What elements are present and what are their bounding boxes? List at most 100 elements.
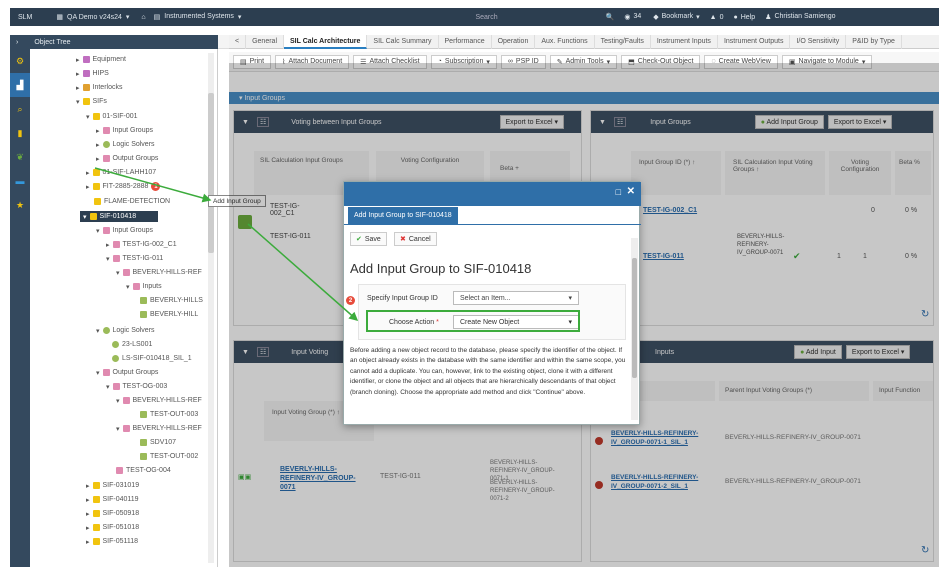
tree-item[interactable]: BEVERLY-HILL: [140, 309, 198, 320]
caret-right-icon: ▸: [86, 482, 90, 490]
tree-item[interactable]: ▸ Output Groups: [96, 153, 158, 164]
input-group-id-select[interactable]: Select an Item... ▾: [453, 291, 579, 305]
search-icon[interactable]: ⌕: [10, 97, 30, 121]
logic-solver-icon: [102, 327, 110, 334]
tab-sil-calc-architecture[interactable]: SIL Calc Architecture: [284, 34, 368, 49]
caret-right-icon: ▸: [96, 141, 100, 149]
chevron-right-icon[interactable]: ›: [16, 39, 18, 46]
cancel-button[interactable]: ✖ Cancel: [394, 232, 437, 246]
tab-back[interactable]: <: [229, 34, 247, 49]
logic-solver-icon: [102, 141, 110, 148]
search-icon[interactable]: 🔍: [606, 13, 615, 21]
tree-item[interactable]: ▾ BEVERLY-HILLS-REF: [116, 267, 202, 278]
input-group-icon: [112, 255, 120, 262]
tree-item[interactable]: ▸ TEST-IG-002_C1: [106, 239, 177, 250]
tree-item-selected[interactable]: ▾ SIF-010418: [80, 211, 158, 222]
caret-down-icon: ▾: [116, 397, 120, 405]
tree-item[interactable]: ▸ SIF-051018: [86, 522, 139, 533]
notifications[interactable]: ◉ 34: [624, 13, 641, 21]
tree-item[interactable]: ▾ 01-SIF-001: [86, 111, 138, 122]
tree-item[interactable]: ▸ Logic Solvers: [96, 139, 155, 150]
tree-scrollbar[interactable]: [208, 53, 214, 563]
bookmark-menu[interactable]: ◆ Bookmark ▾: [653, 13, 699, 21]
tree-item[interactable]: ▸ SIF-051118: [86, 536, 138, 547]
caret-right-icon: ▸: [76, 84, 80, 92]
tree-item[interactable]: ▸ 01-SIF-LAHH107: [86, 167, 156, 178]
logic-solver-icon: [112, 341, 119, 348]
caret-right-icon: ▸: [86, 169, 90, 177]
input-icon: [140, 311, 147, 318]
output-group-icon: [102, 155, 110, 162]
close-icon[interactable]: ✕: [627, 186, 635, 197]
minus-icon[interactable]: ▬: [10, 169, 30, 193]
dialog-instructions: Before adding a new object record to the…: [350, 347, 626, 396]
tab-operation[interactable]: Operation: [492, 34, 536, 49]
tree-item[interactable]: ▸ Interlocks: [76, 82, 122, 93]
tree-item[interactable]: ▾ Inputs: [126, 281, 162, 292]
output-group-icon: [112, 383, 120, 390]
tree-item[interactable]: LS-SIF-010418_SIL_1: [112, 353, 192, 364]
tree-item[interactable]: BEVERLY-HILLS: [140, 295, 203, 306]
tree-item[interactable]: TEST-OUT-002: [140, 451, 198, 462]
breadcrumb[interactable]: ▤ Instrumented Systems ▾: [154, 13, 242, 21]
tab-sil-calc-summary[interactable]: SIL Calc Summary: [367, 34, 439, 49]
dialog-tab[interactable]: Add Input Group to SIF-010418: [348, 207, 458, 224]
tree-item[interactable]: ▸ SIF-050918: [86, 508, 139, 519]
tree-item[interactable]: ▾ SIFs: [76, 96, 107, 107]
tree-item[interactable]: TEST-OUT-003: [140, 409, 198, 420]
folder-icon: [82, 70, 90, 77]
tree-item[interactable]: ▾ Output Groups: [96, 367, 158, 378]
tab-io-sensitivity[interactable]: I/O Sensitivity: [790, 34, 847, 49]
alerts[interactable]: ▲ 0: [710, 14, 724, 21]
search-input[interactable]: Search: [475, 14, 497, 21]
tree-item[interactable]: ▸ Input Groups: [96, 125, 153, 136]
tab-instrument-outputs[interactable]: Instrument Outputs: [718, 34, 791, 49]
caret-down-icon: ▾: [96, 227, 100, 235]
tree-item[interactable]: ▸ Equipment: [76, 54, 126, 65]
document-icon[interactable]: ▮: [10, 121, 30, 145]
tree-item[interactable]: ▾ TEST-OG-003: [106, 381, 167, 392]
star-icon[interactable]: ★: [10, 193, 30, 217]
caret-down-icon: ▾: [106, 255, 110, 263]
tree-item[interactable]: ▾ BEVERLY-HILLS-REF: [116, 423, 202, 434]
output-group-icon: [102, 369, 110, 376]
tree-item[interactable]: ▸ FIT-2885-2888 1: [86, 181, 161, 192]
tree-item[interactable]: FLAME-DETECTION: [94, 196, 170, 207]
tree-item[interactable]: 23-LS001: [112, 339, 152, 350]
tab-testing-faults[interactable]: Testing/Faults: [595, 34, 651, 49]
list-icon: ▤: [153, 14, 161, 21]
tree-item[interactable]: ▾ BEVERLY-HILLS-REF: [116, 395, 202, 406]
tree-item[interactable]: ▸ HIPS: [76, 68, 109, 79]
project-selector[interactable]: ▦ QA Demo v24s24 ▾: [56, 13, 129, 22]
app-name[interactable]: SLM: [18, 14, 32, 21]
bolt-icon: [92, 510, 100, 517]
tree-item[interactable]: ▸ SIF-040119: [86, 494, 139, 505]
tab-pid-by-type[interactable]: P&ID by Type: [846, 34, 902, 49]
tree-item[interactable]: ▸ SIF-031019: [86, 480, 139, 491]
leaf-icon[interactable]: ❦: [10, 145, 30, 169]
tree-item[interactable]: ▾ Input Groups: [96, 225, 153, 236]
step-badge: 1: [151, 182, 161, 191]
tab-aux-functions[interactable]: Aux. Functions: [535, 34, 595, 49]
dialog-scrollbar[interactable]: [631, 238, 638, 420]
tree-item[interactable]: SDV107: [140, 437, 176, 448]
bolt-icon: [89, 213, 97, 220]
tab-general[interactable]: General: [246, 34, 284, 49]
tree-item[interactable]: TEST-OG-004: [116, 465, 171, 476]
circle-icon: ◉: [624, 14, 631, 21]
chart-icon[interactable]: ▟: [10, 73, 30, 97]
tree-item[interactable]: ▾ Logic Solvers: [96, 325, 155, 336]
home-icon[interactable]: ⌂: [141, 14, 145, 21]
step-badge-wrap: 2: [346, 296, 355, 305]
maximize-icon[interactable]: □: [616, 187, 621, 197]
input-group-icon: [112, 241, 120, 248]
tab-instrument-inputs[interactable]: Instrument Inputs: [651, 34, 718, 49]
gear-icon[interactable]: ⚙: [10, 49, 30, 73]
caret-down-icon: ▾: [126, 283, 130, 291]
save-button[interactable]: ✔ Save: [350, 232, 387, 246]
output-group-icon: [116, 467, 123, 474]
tab-performance[interactable]: Performance: [439, 34, 492, 49]
help-link[interactable]: ● Help: [734, 14, 756, 21]
tree-item[interactable]: ▾ TEST-IG-011: [106, 253, 163, 264]
user-menu[interactable]: ♟ Christian Samiengo: [765, 13, 835, 21]
